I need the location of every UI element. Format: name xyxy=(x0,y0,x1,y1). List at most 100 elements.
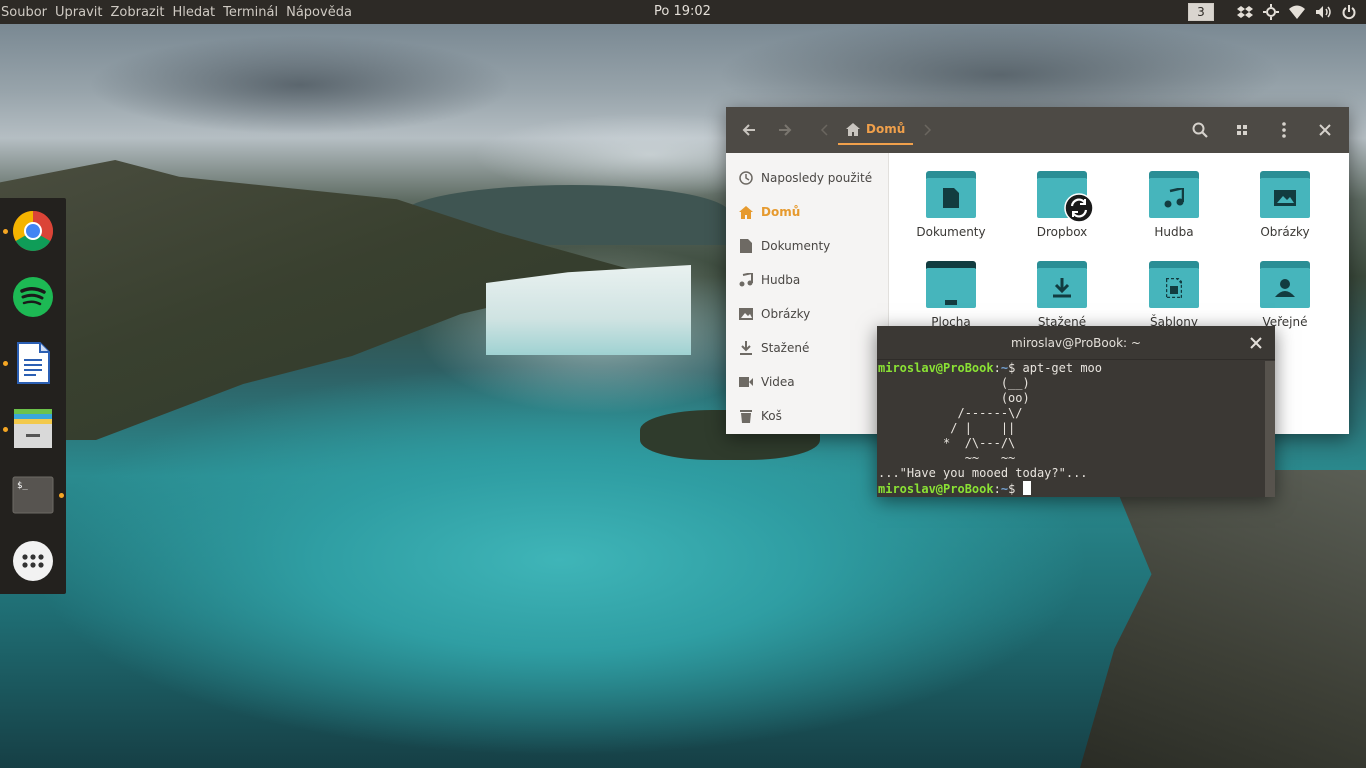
search-icon[interactable] xyxy=(1189,119,1211,141)
dock: $_ xyxy=(0,198,66,594)
forward-icon[interactable] xyxy=(774,119,796,141)
image-icon xyxy=(738,307,753,322)
terminal-line: ..."Have you mooed today?"... xyxy=(878,466,1088,480)
terminal-line: ~~ ~~ xyxy=(878,451,1016,465)
view-grid-icon[interactable] xyxy=(1231,119,1253,141)
terminal-window: miroslav@ProBook: ~ miroslav@ProBook:~$ … xyxy=(877,326,1275,497)
system-tray: 3 xyxy=(1188,0,1358,24)
terminal-line: /------\/ xyxy=(878,406,1023,420)
sidebar-item-label: Videa xyxy=(761,375,795,389)
sidebar-item-videos[interactable]: Videa xyxy=(726,365,888,399)
sidebar-item-label: Naposledy použité xyxy=(761,171,873,185)
power-icon[interactable] xyxy=(1340,3,1358,21)
menu-kebab-icon[interactable] xyxy=(1273,119,1295,141)
sidebar-item-recent[interactable]: Naposledy použité xyxy=(726,161,888,195)
file-manager-headerbar: Domů xyxy=(726,107,1349,153)
running-indicator xyxy=(59,493,64,498)
folder-label: Dropbox xyxy=(1036,225,1088,239)
top-panel: Soubor Upravit Zobrazit Hledat Terminál … xyxy=(0,0,1366,24)
sidebar-item-trash[interactable]: Koš xyxy=(726,399,888,433)
path-right-arrow-icon[interactable] xyxy=(916,119,938,141)
template-icon xyxy=(1149,261,1199,309)
terminal-icon[interactable]: $_ xyxy=(12,474,54,516)
sidebar-item-home[interactable]: Domů xyxy=(726,195,888,229)
menu-napoveda[interactable]: Nápověda xyxy=(286,5,356,20)
folder-dokumenty[interactable]: Dokumenty xyxy=(901,159,1001,249)
menu-terminal[interactable]: Terminál xyxy=(223,5,282,20)
workspace-indicator[interactable]: 3 xyxy=(1188,3,1214,21)
sidebar-item-label: Obrázky xyxy=(761,307,811,321)
dropbox-icon[interactable] xyxy=(1236,3,1254,21)
terminal-line: / | || xyxy=(878,421,1016,435)
running-indicator xyxy=(3,229,8,234)
prompt-path: ~ xyxy=(1000,482,1009,496)
menu-hledat[interactable]: Hledat xyxy=(172,5,219,20)
path-bar-home[interactable]: Domů xyxy=(838,115,914,145)
document-icon xyxy=(926,171,976,219)
folder-dropbox[interactable]: Dropbox xyxy=(1012,159,1112,249)
sidebar-item-downloads[interactable]: Stažené xyxy=(726,331,888,365)
sidebar-item-label: Koš xyxy=(761,409,782,423)
close-icon[interactable] xyxy=(1314,119,1336,141)
app-menu-bar: Soubor Upravit Zobrazit Hledat Terminál … xyxy=(0,5,360,20)
video-icon xyxy=(738,375,753,390)
path-left-arrow-icon[interactable] xyxy=(814,119,836,141)
text-cursor xyxy=(1022,481,1031,495)
folder-obrazky[interactable]: Obrázky xyxy=(1235,159,1335,249)
folder-label: Hudba xyxy=(1154,225,1194,239)
chrome-icon[interactable] xyxy=(12,210,54,252)
terminal-titlebar[interactable]: miroslav@ProBook: ~ xyxy=(877,326,1275,360)
apps-grid-icon[interactable] xyxy=(12,540,54,582)
wallpaper-cliff-right xyxy=(1080,470,1366,768)
sidebar-item-pictures[interactable]: Obrázky xyxy=(726,297,888,331)
back-icon[interactable] xyxy=(738,119,760,141)
user-icon xyxy=(1260,261,1310,309)
terminal-line: (__) xyxy=(878,376,1030,390)
folder-label: Dokumenty xyxy=(916,225,986,239)
panel-clock[interactable]: Po 19:02 xyxy=(654,4,711,19)
home-icon xyxy=(738,205,753,220)
terminal-scrollbar[interactable] xyxy=(1265,361,1275,497)
sidebar-item-label: Hudba xyxy=(761,273,801,287)
music-icon xyxy=(738,273,753,288)
files-icon[interactable] xyxy=(12,408,54,450)
volume-icon[interactable] xyxy=(1314,3,1332,21)
running-indicator xyxy=(3,361,8,366)
sidebar-item-music[interactable]: Hudba xyxy=(726,263,888,297)
terminal-title: miroslav@ProBook: ~ xyxy=(1011,335,1141,350)
terminal-output[interactable]: miroslav@ProBook:~$ apt-get moo (__) (oo… xyxy=(877,361,1263,497)
menu-zobrazit[interactable]: Zobrazit xyxy=(110,5,168,20)
terminal-line-command: miroslav@ProBook:~$ apt-get moo xyxy=(878,361,1102,375)
trash-icon xyxy=(738,409,753,424)
document-icon[interactable] xyxy=(12,342,54,384)
desktop-icon xyxy=(926,261,976,309)
download-icon xyxy=(738,341,753,356)
folder-hudba[interactable]: Hudba xyxy=(1124,159,1224,249)
menu-soubor[interactable]: Soubor xyxy=(1,5,51,20)
sidebar-item-label: Stažené xyxy=(761,341,810,355)
sync-icon xyxy=(1037,171,1094,223)
document-icon xyxy=(738,239,753,254)
folder-label: Obrázky xyxy=(1260,225,1310,239)
menu-upravit[interactable]: Upravit xyxy=(55,5,106,20)
prompt-user: miroslav@ProBook xyxy=(878,482,994,496)
home-icon xyxy=(846,122,860,136)
clock-icon xyxy=(738,171,753,186)
music-icon xyxy=(1149,171,1199,219)
terminal-line: (oo) xyxy=(878,391,1030,405)
image-icon xyxy=(1260,171,1310,219)
path-bar-label: Domů xyxy=(866,122,906,136)
close-icon[interactable] xyxy=(1247,334,1265,352)
settings-icon[interactable] xyxy=(1262,3,1280,21)
prompt-path: ~ xyxy=(1000,361,1009,375)
svg-text:$_: $_ xyxy=(17,481,28,491)
sidebar-item-documents[interactable]: Dokumenty xyxy=(726,229,888,263)
wifi-icon[interactable] xyxy=(1288,3,1306,21)
sidebar-item-label: Domů xyxy=(761,205,801,219)
running-indicator xyxy=(3,427,8,432)
download-icon xyxy=(1037,261,1087,309)
places-sidebar: Naposledy použité Domů Dokumenty Hudba O… xyxy=(726,153,889,434)
terminal-line: * /\---/\ xyxy=(878,436,1016,450)
spotify-icon[interactable] xyxy=(12,276,54,318)
sidebar-item-label: Dokumenty xyxy=(761,239,831,253)
